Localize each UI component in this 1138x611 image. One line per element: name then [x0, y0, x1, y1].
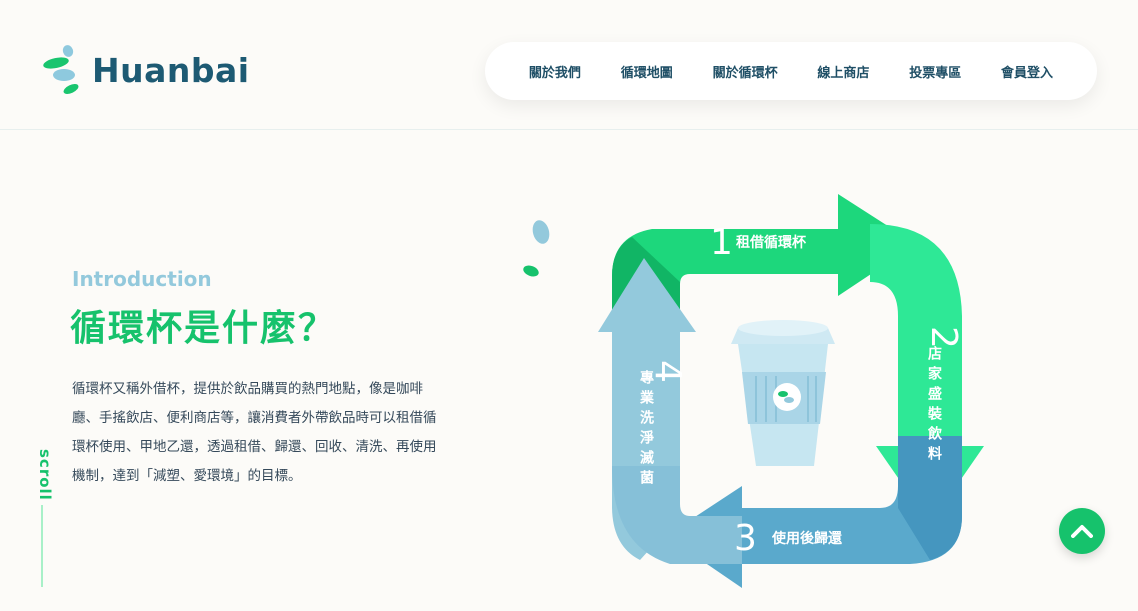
step-4-label: 專業洗淨滅菌 [638, 369, 655, 490]
chevron-up-icon [1071, 525, 1093, 538]
nav-item-about-us[interactable]: 關於我們 [529, 62, 581, 81]
nav-item-member-login[interactable]: 會員登入 [1001, 62, 1053, 81]
step-2-label: 店家盛裝飲料 [926, 345, 943, 466]
section-title: 循環杯是什麼？ [70, 308, 337, 349]
step-1-number: 1 [710, 222, 733, 263]
nav-item-cycle-map[interactable]: 循環地圖 [621, 62, 673, 81]
nav-item-online-store[interactable]: 線上商店 [817, 62, 869, 81]
step-3-number: 3 [734, 518, 757, 559]
cycle-diagram: 1 租借循環杯 2 店家盛裝飲料 3 使用後歸還 4 專業洗淨滅菌 [510, 186, 1074, 596]
scroll-label: scroll [36, 449, 54, 501]
logo-icon [38, 44, 82, 96]
scroll-indicator[interactable]: scroll [30, 449, 54, 589]
cup-illustration [731, 320, 835, 466]
nav-item-vote[interactable]: 投票專區 [909, 62, 961, 81]
step-3-label: 使用後歸還 [771, 530, 843, 547]
back-to-top-button[interactable] [1059, 508, 1105, 554]
section-description: 循環杯又稱外借杯，提供於飲品購買的熱門地點，像是咖啡廳、手搖飲店、便利商店等，讓… [72, 381, 437, 484]
main-nav: 關於我們 循環地圖 關於循環杯 線上商店 投票專區 會員登入 [485, 42, 1097, 100]
scroll-line [41, 505, 43, 587]
step-1-label: 租借循環杯 [736, 234, 807, 251]
droplet-decoration [523, 265, 539, 277]
intro-section: Introduction 循環杯是什麼？ 循環杯又稱外借杯，提供於飲品購買的熱門… [0, 131, 1138, 611]
droplet-decoration [532, 220, 550, 244]
nav-item-about-cup[interactable]: 關於循環杯 [713, 62, 778, 81]
logo[interactable]: Huanbai [38, 44, 250, 96]
site-header: Huanbai 關於我們 循環地圖 關於循環杯 線上商店 投票專區 會員登入 [0, 0, 1138, 130]
section-label: Introduction [72, 267, 212, 291]
brand-name: Huanbai [92, 50, 250, 90]
